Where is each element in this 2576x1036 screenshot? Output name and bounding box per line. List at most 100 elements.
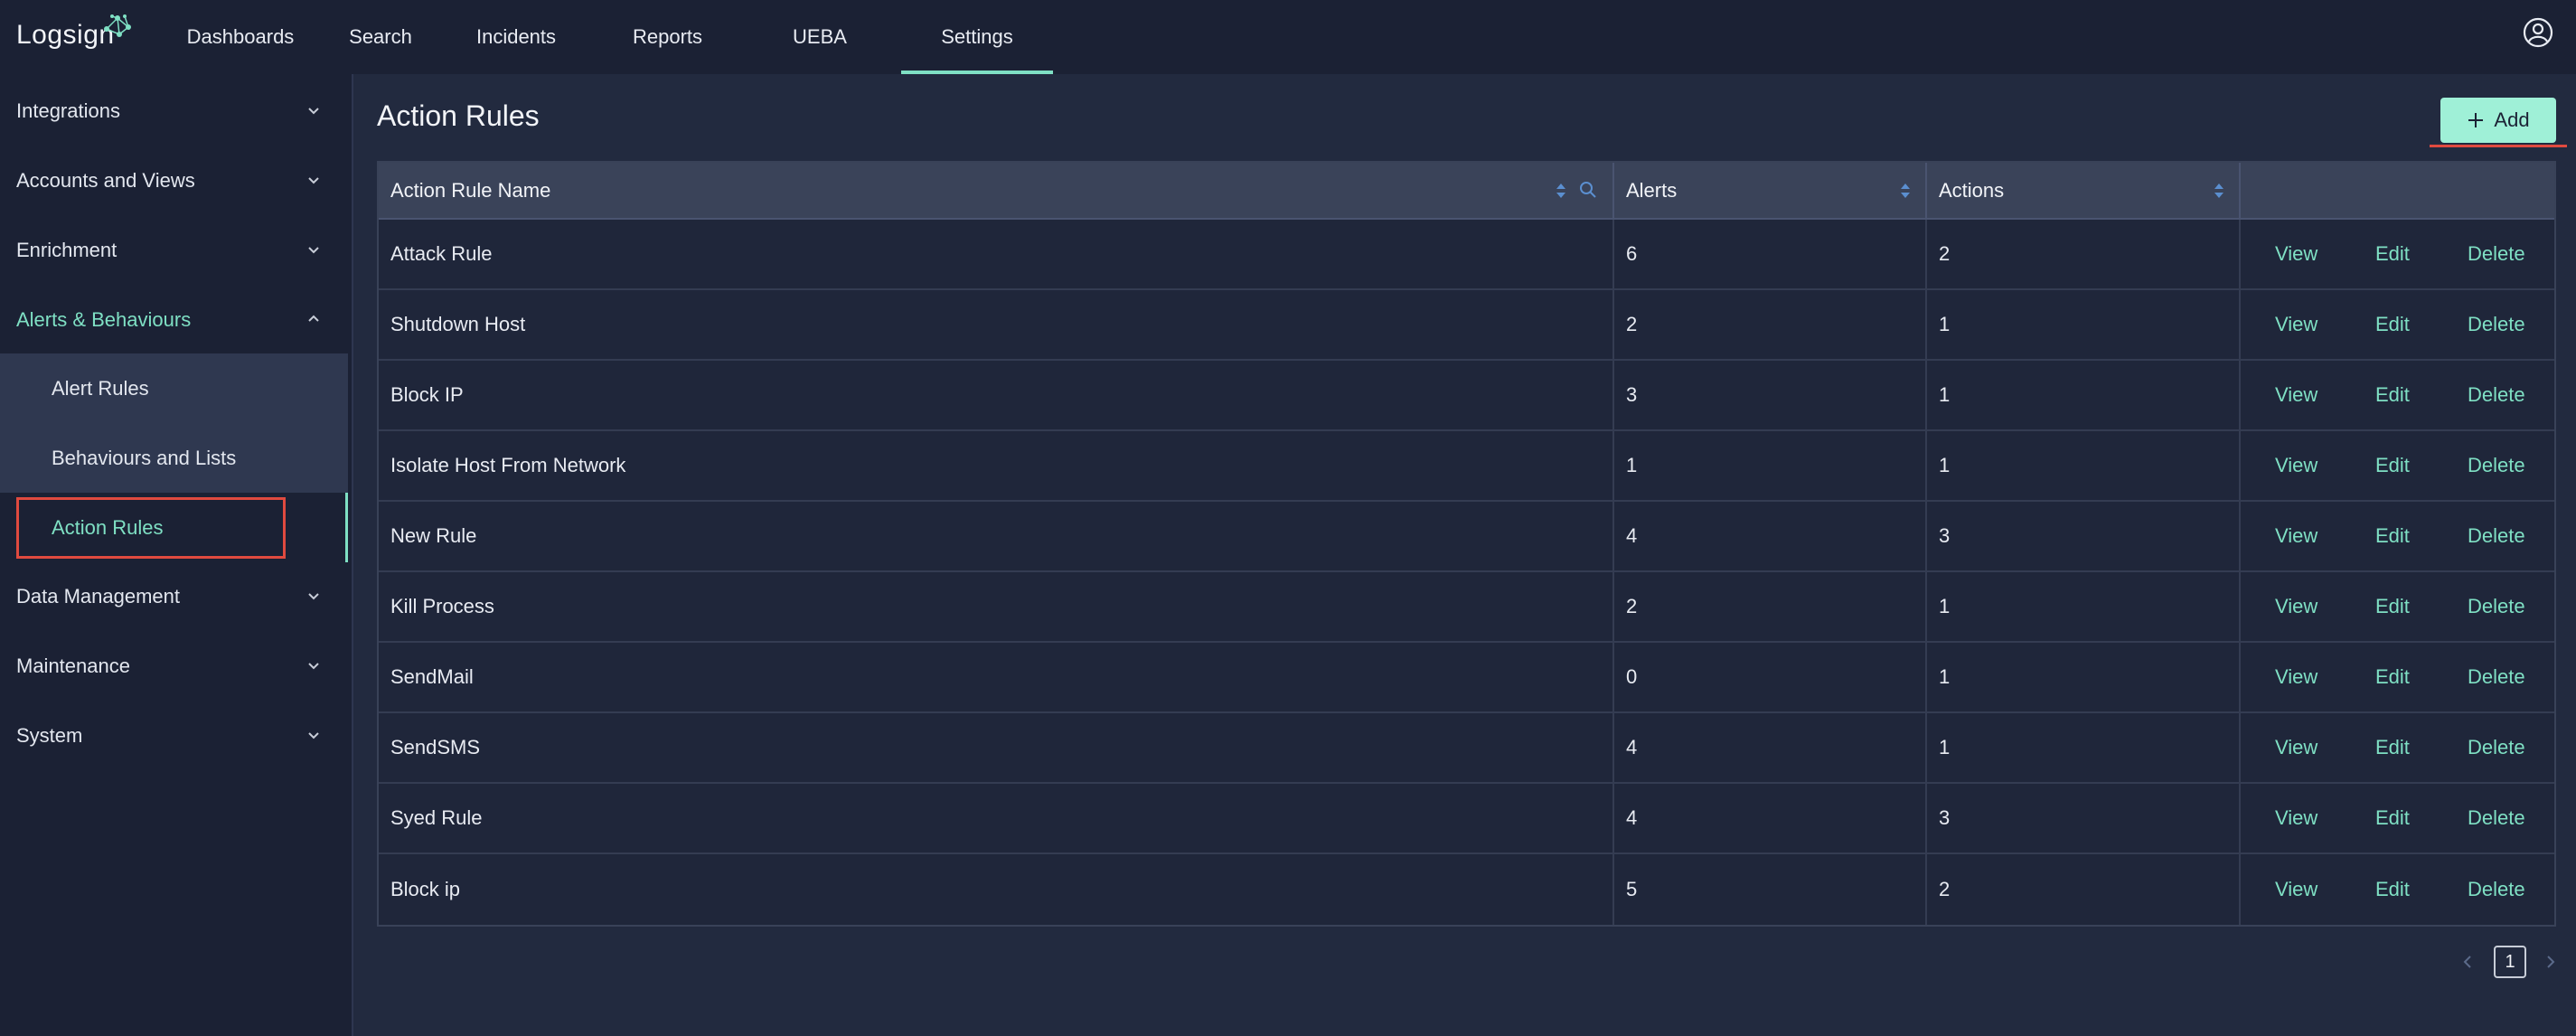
view-link[interactable]: View: [2275, 736, 2317, 759]
sidebar-item-accounts-and-views[interactable]: Accounts and Views: [0, 146, 348, 215]
sort-icon[interactable]: [1556, 182, 1566, 200]
column-header-alerts[interactable]: Alerts: [1614, 163, 1927, 218]
edit-link[interactable]: Edit: [2375, 736, 2410, 759]
edit-link[interactable]: Edit: [2375, 383, 2410, 407]
delete-link[interactable]: Delete: [2468, 313, 2525, 336]
chevron-right-icon[interactable]: [2542, 953, 2560, 971]
edit-link[interactable]: Edit: [2375, 454, 2410, 477]
cell-row-actions: View Edit Delete: [2241, 784, 2554, 852]
delete-link[interactable]: Delete: [2468, 524, 2525, 548]
nav-reports[interactable]: Reports: [597, 0, 738, 74]
nav-ueba[interactable]: UEBA: [738, 0, 901, 74]
cell-alerts: 4: [1614, 784, 1927, 852]
top-navbar: Logsign Dashboards Search Incidents Repo…: [0, 0, 2576, 74]
view-link[interactable]: View: [2275, 524, 2317, 548]
table-row: SendMail 0 1 View Edit Delete: [379, 643, 2554, 713]
delete-link[interactable]: Delete: [2468, 878, 2525, 901]
nav-settings[interactable]: Settings: [901, 0, 1053, 74]
edit-link[interactable]: Edit: [2375, 313, 2410, 336]
chevron-down-icon: [308, 593, 319, 600]
user-circle-icon[interactable]: [2522, 16, 2554, 49]
chevron-down-icon: [308, 732, 319, 739]
edit-link[interactable]: Edit: [2375, 878, 2410, 901]
sort-icon[interactable]: [2214, 182, 2224, 200]
cell-row-actions: View Edit Delete: [2241, 361, 2554, 429]
cell-action-rule-name: Attack Rule: [379, 220, 1614, 288]
cell-row-actions: View Edit Delete: [2241, 502, 2554, 570]
table-row: Shutdown Host 2 1 View Edit Delete: [379, 290, 2554, 361]
sidebar-item-alerts-and-behaviours[interactable]: Alerts & Behaviours: [0, 285, 348, 354]
cell-row-actions: View Edit Delete: [2241, 290, 2554, 359]
view-link[interactable]: View: [2275, 665, 2317, 689]
view-link[interactable]: View: [2275, 806, 2317, 830]
logsign-logo[interactable]: Logsign: [16, 13, 131, 58]
nav-search[interactable]: Search: [325, 0, 436, 74]
view-link[interactable]: View: [2275, 454, 2317, 477]
nav-dashboards[interactable]: Dashboards: [155, 0, 325, 74]
view-link[interactable]: View: [2275, 595, 2317, 618]
cell-alerts: 6: [1614, 220, 1927, 288]
table-row: Isolate Host From Network 1 1 View Edit …: [379, 431, 2554, 502]
sidebar-item-label: Enrichment: [16, 238, 118, 261]
cell-alerts: 1: [1614, 431, 1927, 500]
cell-row-actions: View Edit Delete: [2241, 713, 2554, 782]
cell-actions: 3: [1927, 502, 2241, 570]
delete-link[interactable]: Delete: [2468, 383, 2525, 407]
view-link[interactable]: View: [2275, 242, 2317, 266]
cell-action-rule-name: New Rule: [379, 502, 1614, 570]
add-button[interactable]: Add: [2440, 98, 2556, 143]
delete-link[interactable]: Delete: [2468, 595, 2525, 618]
sidebar-item-system[interactable]: System: [0, 701, 348, 770]
sidebar-item-maintenance[interactable]: Maintenance: [0, 631, 348, 701]
search-icon[interactable]: [1579, 181, 1597, 199]
page-number-current[interactable]: 1: [2494, 946, 2526, 978]
table-row: Block IP 3 1 View Edit Delete: [379, 361, 2554, 431]
page-title: Action Rules: [377, 99, 540, 132]
view-link[interactable]: View: [2275, 383, 2317, 407]
chevron-left-icon[interactable]: [2458, 953, 2477, 971]
edit-link[interactable]: Edit: [2375, 242, 2410, 266]
sidebar-subitem-action-rules[interactable]: Action Rules: [0, 493, 348, 562]
cell-action-rule-name: Shutdown Host: [379, 290, 1614, 359]
cell-alerts: 4: [1614, 713, 1927, 782]
delete-link[interactable]: Delete: [2468, 806, 2525, 830]
sidebar-subitem-alert-rules[interactable]: Alert Rules: [0, 353, 348, 423]
column-header-row-actions: [2241, 163, 2554, 218]
edit-link[interactable]: Edit: [2375, 806, 2410, 830]
sidebar-item-label: Accounts and Views: [16, 168, 195, 192]
column-header-label: Alerts: [1626, 178, 1678, 202]
chevron-up-icon: [308, 315, 319, 322]
edit-link[interactable]: Edit: [2375, 595, 2410, 618]
cell-actions: 1: [1927, 361, 2241, 429]
nav-incidents[interactable]: Incidents: [436, 0, 597, 74]
sidebar-item-integrations[interactable]: Integrations: [0, 76, 348, 146]
chevron-down-icon: [308, 247, 319, 254]
delete-link[interactable]: Delete: [2468, 665, 2525, 689]
delete-link[interactable]: Delete: [2468, 242, 2525, 266]
sidebar-subitem-behaviours-and-lists[interactable]: Behaviours and Lists: [0, 423, 348, 493]
view-link[interactable]: View: [2275, 313, 2317, 336]
table-header: Action Rule Name Alerts Actions: [379, 163, 2554, 220]
cell-actions: 1: [1927, 643, 2241, 711]
main-navigation: Dashboards Search Incidents Reports UEBA…: [155, 0, 1053, 74]
chevron-down-icon: [308, 177, 319, 184]
column-header-action-rule-name[interactable]: Action Rule Name: [379, 163, 1614, 218]
column-header-actions[interactable]: Actions: [1927, 163, 2241, 218]
sidebar-item-label: Alerts & Behaviours: [16, 307, 192, 331]
edit-link[interactable]: Edit: [2375, 524, 2410, 548]
highlight-annotation-underline: [2430, 145, 2567, 147]
sidebar-item-data-management[interactable]: Data Management: [0, 561, 348, 631]
plus-icon: [2468, 113, 2484, 127]
edit-link[interactable]: Edit: [2375, 665, 2410, 689]
cell-action-rule-name: Syed Rule: [379, 784, 1614, 852]
delete-link[interactable]: Delete: [2468, 736, 2525, 759]
sidebar-item-label: System: [16, 723, 83, 747]
cell-actions: 3: [1927, 784, 2241, 852]
table-row: Block ip 5 2 View Edit Delete: [379, 854, 2554, 925]
cell-row-actions: View Edit Delete: [2241, 431, 2554, 500]
sidebar-item-enrichment[interactable]: Enrichment: [0, 215, 348, 285]
delete-link[interactable]: Delete: [2468, 454, 2525, 477]
sort-icon[interactable]: [1900, 182, 1911, 200]
view-link[interactable]: View: [2275, 878, 2317, 901]
column-header-label: Actions: [1939, 178, 2005, 202]
